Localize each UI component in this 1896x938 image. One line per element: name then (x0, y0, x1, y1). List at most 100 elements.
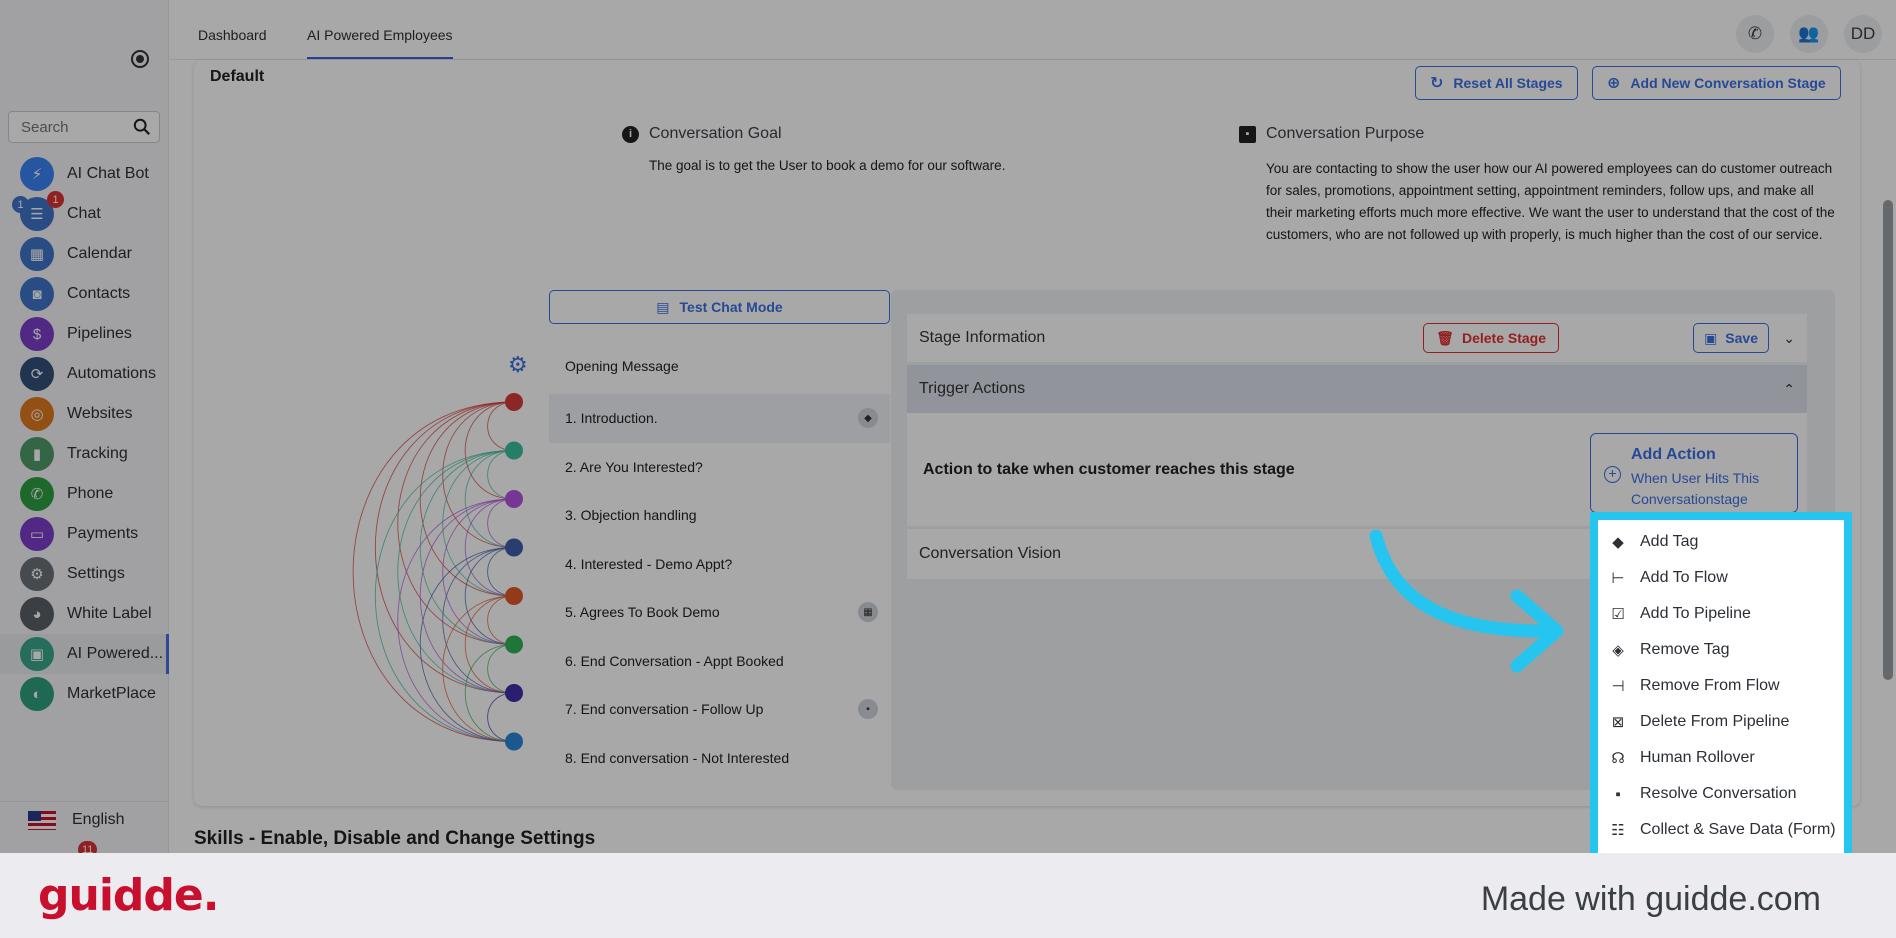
menu-item-human-rollover[interactable]: ☊ Human Rollover (1598, 740, 1844, 776)
stage-item[interactable]: 8. End conversation - Not Interested (549, 734, 890, 783)
tag-off-icon: ◈ (1612, 642, 1624, 659)
stage-dot[interactable] (505, 490, 523, 508)
stage-connection-arc (397, 401, 515, 645)
sidebar-item-websites[interactable]: ◎ Websites (0, 394, 169, 434)
tab-ai-powered-employees[interactable]: AI Powered Employees (307, 27, 453, 59)
conversation-goal-header: i Conversation Goal (622, 125, 782, 143)
stage-connection-arc (442, 401, 515, 548)
menu-item-remove-tag[interactable]: ◈ Remove Tag (1598, 632, 1844, 668)
stage-dot[interactable] (505, 393, 523, 411)
guidde-logo: guidde. (38, 870, 219, 921)
stage-connection-arc (442, 547, 515, 694)
chevron-up-icon[interactable]: ⌃ (1783, 381, 1795, 398)
stage-information-row[interactable]: Stage Information 🗑 Delete Stage ▣ Save ⌄ (907, 314, 1807, 362)
stage-label: 3. Objection handling (565, 507, 697, 524)
sidebar-item-settings[interactable]: ⚙ Settings (0, 554, 169, 594)
sidebar-item-label: MarketPlace (67, 685, 156, 702)
stage-connection-arc (442, 595, 515, 742)
conversation-purpose-label: Conversation Purpose (1266, 125, 1425, 142)
menu-item-add-to-pipeline[interactable]: ☑ Add To Pipeline (1598, 596, 1844, 632)
stage-label: 5. Agrees To Book Demo (565, 604, 720, 621)
stage-dot[interactable] (505, 684, 523, 702)
add-action-button[interactable]: + Add Action When User Hits This Convers… (1590, 433, 1798, 513)
add-conversation-stage-button[interactable]: ⊕ Add New Conversation Stage (1592, 66, 1841, 100)
gear-icon[interactable]: ⚙ (508, 352, 528, 378)
skills-heading: Skills - Enable, Disable and Change Sett… (194, 828, 596, 849)
search-box[interactable] (8, 111, 160, 143)
menu-item-remove-from-flow[interactable]: ⊣ Remove From Flow (1598, 668, 1844, 704)
stage-dot[interactable] (505, 441, 523, 460)
stage-item[interactable]: 5. Agrees To Book Demo ▦ (549, 588, 890, 637)
stage-item[interactable]: 2. Are You Interested? (549, 443, 890, 492)
chart-icon: ▮ (20, 437, 54, 471)
sidebar: ⚡ AI Chat Bot ☰Chat 1 1 ▦ Calendar ◙ Contac… (0, 0, 169, 853)
sidebar-item-marketplace[interactable]: ◐ MarketPlace (0, 674, 169, 714)
opening-message-label[interactable]: Opening Message (565, 358, 679, 374)
plus-circle-icon: ⊕ (1607, 75, 1621, 92)
sidebar-item-contacts[interactable]: ◙ Contacts (0, 274, 169, 314)
sidebar-item-payments[interactable]: ▭ Payments (0, 514, 169, 554)
sidebar-item-label: Payments (67, 525, 139, 542)
refresh-icon: ↻ (1430, 75, 1444, 92)
sidebar-item-chat[interactable]: ☰ Chat 1 1 (0, 191, 169, 234)
tag-icon: ◆ (858, 408, 878, 429)
search-input[interactable] (9, 112, 119, 142)
conversation-purpose-header: ▪ Conversation Purpose (1239, 125, 1424, 143)
app-window: ⚡ AI Chat Bot ☰Chat 1 1 ▦ Calendar ◙ Contac… (0, 0, 1896, 853)
chevron-down-icon[interactable]: ⌄ (1783, 330, 1795, 347)
stage-dot[interactable] (505, 732, 523, 751)
sidebar-item-ai-chat-bot[interactable]: ⚡ AI Chat Bot (0, 154, 169, 194)
search-icon[interactable] (133, 118, 151, 136)
delete-stage-button[interactable]: 🗑 Delete Stage (1423, 323, 1559, 353)
stage-connection-arc (397, 498, 515, 742)
sidebar-item-pipelines[interactable]: $ Pipelines (0, 314, 169, 354)
marketplace-icon: ◐ (20, 677, 54, 711)
sidebar-item-calendar[interactable]: ▦ Calendar (0, 234, 169, 274)
test-chat-mode-button[interactable]: ▤ Test Chat Mode (549, 290, 890, 324)
stage-label: 6. End Conversation - Appt Booked (565, 652, 784, 669)
collapse-sidebar-icon[interactable] (131, 50, 149, 68)
stage-connection-arc (442, 498, 515, 645)
top-actions: ✆ 👥 DD (1736, 15, 1882, 53)
menu-item-delete-from-pipeline[interactable]: ⊠ Delete From Pipeline (1598, 704, 1844, 740)
stage-item[interactable]: 6. End Conversation - Appt Booked (549, 637, 890, 686)
sidebar-item-phone[interactable]: ✆ Phone (0, 474, 169, 514)
message-icon: ▪ (1615, 785, 1621, 803)
menu-item-add-to-flow[interactable]: ⊢ Add To Flow (1598, 560, 1844, 596)
language-selector[interactable]: English 11 (0, 801, 169, 853)
stage-dot[interactable] (505, 587, 523, 605)
stage-item[interactable]: 1. Introduction. ◆ (549, 394, 890, 443)
stage-connection-arc (419, 450, 515, 645)
reset-all-stages-button[interactable]: ↻ Reset All Stages (1415, 66, 1578, 100)
sidebar-item-white-label[interactable]: ◕ White Label (0, 594, 169, 634)
avatar[interactable]: DD (1844, 15, 1882, 53)
save-icon: ▣ (1704, 329, 1718, 346)
sidebar-item-ai-powered[interactable]: ▣ AI Powered... (0, 634, 169, 674)
tab-dashboard[interactable]: Dashboard (198, 27, 267, 43)
sidebar-item-label: Websites (67, 405, 133, 422)
save-button[interactable]: ▣ Save (1693, 323, 1769, 353)
sidebar-item-tracking[interactable]: ▮ Tracking (0, 434, 169, 474)
stage-item[interactable]: 7. End conversation - Follow Up ▪ (549, 685, 890, 734)
ai-chat-icon: ▣ (20, 637, 54, 671)
flow-icon: ⊢ (1611, 570, 1625, 587)
phone-icon: ✆ (20, 477, 54, 511)
trigger-actions-row[interactable]: Trigger Actions ⌃ (907, 365, 1807, 413)
stage-label: 8. End conversation - Not Interested (565, 749, 790, 766)
users-icon[interactable]: 👥 (1790, 15, 1828, 53)
stage-item[interactable]: 4. Interested - Demo Appt? (549, 540, 890, 589)
guide-arrow-icon (1369, 529, 1564, 673)
scrollbar[interactable] (1883, 200, 1893, 680)
clipboard-check-icon: ☑ (1611, 606, 1625, 623)
menu-item-label: Add Tag (1640, 533, 1699, 550)
phone-icon[interactable]: ✆ (1736, 15, 1774, 53)
sidebar-item-label: AI Powered... (67, 645, 164, 662)
sidebar-item-automations[interactable]: ⟳ Automations (0, 354, 169, 394)
stage-item[interactable]: 3. Objection handling (549, 491, 890, 540)
menu-item-resolve-conversation[interactable]: ▪ Resolve Conversation (1598, 776, 1844, 812)
menu-item-collect-save-data[interactable]: ☷ Collect & Save Data (Form) (1598, 812, 1844, 848)
info-icon: i (622, 125, 639, 143)
stage-dot[interactable] (505, 635, 523, 654)
menu-item-add-tag[interactable]: ◆ Add Tag (1598, 524, 1844, 560)
stage-dot[interactable] (505, 538, 523, 557)
